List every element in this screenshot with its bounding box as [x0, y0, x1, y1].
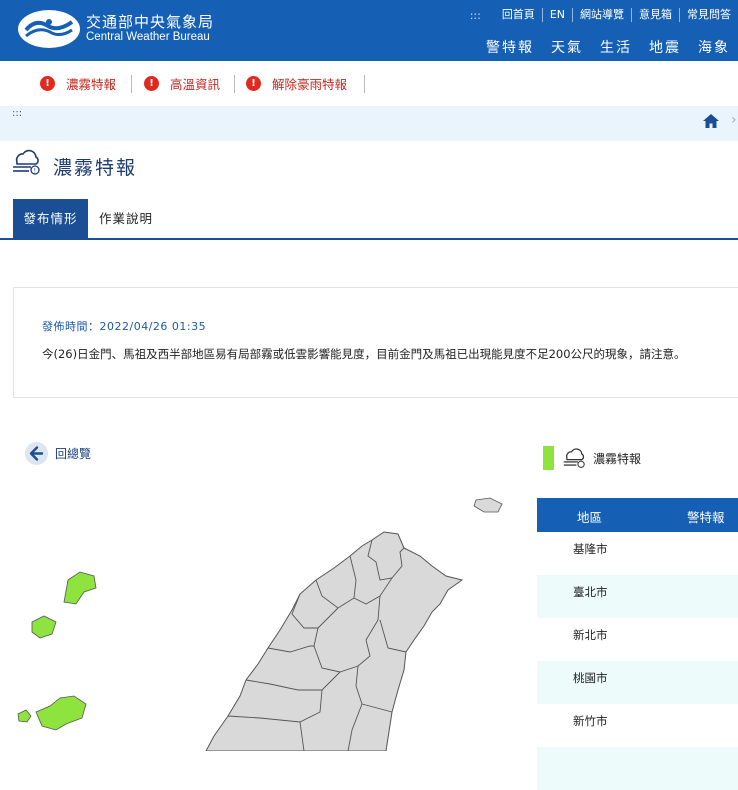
map-region-taiwan — [205, 531, 464, 751]
breadcrumb: ::: › — [0, 106, 738, 141]
alert-heat[interactable]: ! 高溫資訊 — [144, 74, 220, 92]
utility-dots: ::: — [469, 8, 481, 22]
chevron-right-icon: › — [731, 112, 737, 128]
alert-icon: ! — [144, 75, 159, 91]
region-name: 新竹市 — [573, 714, 608, 728]
table-row[interactable]: 基隆市 — [537, 532, 738, 575]
tab-bar: 發布情形 作業說明 — [0, 199, 738, 240]
region-table: 地區 警特報 基隆市 臺北市 新北市 桃園市 新竹市 — [537, 498, 738, 790]
alert-label: 解除豪雨特報 — [272, 76, 348, 92]
alert-icon: ! — [40, 75, 55, 91]
divider — [234, 75, 235, 93]
table-row[interactable]: 新竹市 — [537, 704, 738, 747]
divider — [131, 75, 132, 93]
alert-bar: ! 濃霧特報 ! 高溫資訊 ! 解除豪雨特報 — [0, 61, 738, 106]
notice-box: 發佈時間：2022/04/26 01:35 今(26)日金門、馬祖及西半部地區易… — [13, 287, 738, 398]
table-row[interactable]: 桃園市 — [537, 661, 738, 704]
table-header: 地區 警特報 — [537, 498, 738, 532]
english-link[interactable]: EN — [541, 8, 572, 22]
nav-warnings[interactable]: 警特報 — [486, 37, 534, 57]
logo-title-en[interactable]: Central Weather Bureau — [86, 31, 210, 43]
nav-marine[interactable]: 海象 — [698, 37, 730, 57]
column-header-warning: 警特報 — [687, 510, 725, 525]
page-title: 濃霧特報 — [53, 157, 138, 179]
site-header: 交通部中央氣象局 Central Weather Bureau ::: 回首頁 … — [0, 0, 738, 61]
svg-text:!: ! — [34, 168, 36, 175]
map-region-matsu — [63, 571, 97, 605]
map-island-ne — [473, 497, 503, 513]
region-name: 桃園市 — [573, 671, 608, 685]
home-link[interactable]: 回首頁 — [495, 8, 542, 22]
breadcrumb-dots: ::: — [12, 108, 23, 119]
nav-earthquake[interactable]: 地震 — [649, 37, 681, 57]
taiwan-map[interactable] — [0, 480, 530, 751]
main-nav: 警特報 天氣 生活 地震 海象 — [486, 37, 738, 57]
cwb-logo[interactable] — [18, 10, 80, 48]
home-icon[interactable] — [703, 114, 719, 128]
fog-icon — [563, 448, 585, 468]
tab-operation-notes[interactable]: 作業說明 — [88, 199, 164, 238]
logo-title-zh[interactable]: 交通部中央氣象局 — [86, 11, 214, 32]
legend-label: 濃霧特報 — [593, 451, 642, 466]
legend-swatch-fog — [543, 446, 554, 470]
map-region-kinmen-small — [17, 709, 32, 723]
map-region-kinmen — [35, 695, 87, 731]
table-row[interactable]: 臺北市 — [537, 575, 738, 618]
alert-label: 高溫資訊 — [170, 76, 221, 92]
divider — [364, 75, 365, 93]
column-header-region: 地區 — [577, 510, 603, 525]
region-name: 基隆市 — [573, 542, 608, 556]
nav-weather[interactable]: 天氣 — [551, 37, 583, 57]
table-row[interactable] — [537, 747, 738, 790]
nav-life[interactable]: 生活 — [600, 37, 632, 57]
alert-rain-lifted[interactable]: ! 解除豪雨特報 — [246, 74, 347, 92]
table-row[interactable]: 新北市 — [537, 618, 738, 661]
arrow-left-icon — [25, 442, 48, 465]
map-legend: 濃霧特報 — [543, 446, 641, 470]
back-to-overview-button[interactable]: 回總覽 — [25, 442, 91, 465]
faq-link[interactable]: 常見問答 — [679, 8, 738, 22]
notice-text: 今(26)日金門、馬祖及西半部地區易有局部霧或低雲影響能見度，目前金門及馬祖已出… — [42, 347, 686, 361]
issue-time: 發佈時間：2022/04/26 01:35 — [42, 320, 207, 333]
region-name: 臺北市 — [573, 585, 608, 599]
back-label: 回總覽 — [55, 447, 92, 461]
alert-label: 濃霧特報 — [66, 76, 117, 92]
alert-icon: ! — [246, 75, 261, 91]
utility-nav: ::: 回首頁 EN 網站導覽 意見箱 常見問答 — [470, 6, 738, 24]
fog-icon: ! — [13, 149, 40, 175]
map-region-matsu-small — [31, 615, 57, 639]
tab-issuance[interactable]: 發布情形 — [13, 199, 88, 238]
alert-fog[interactable]: ! 濃霧特報 — [40, 74, 116, 92]
region-name: 新北市 — [573, 628, 608, 642]
feedback-link[interactable]: 意見箱 — [631, 8, 679, 22]
sitemap-link[interactable]: 網站導覽 — [572, 8, 631, 22]
